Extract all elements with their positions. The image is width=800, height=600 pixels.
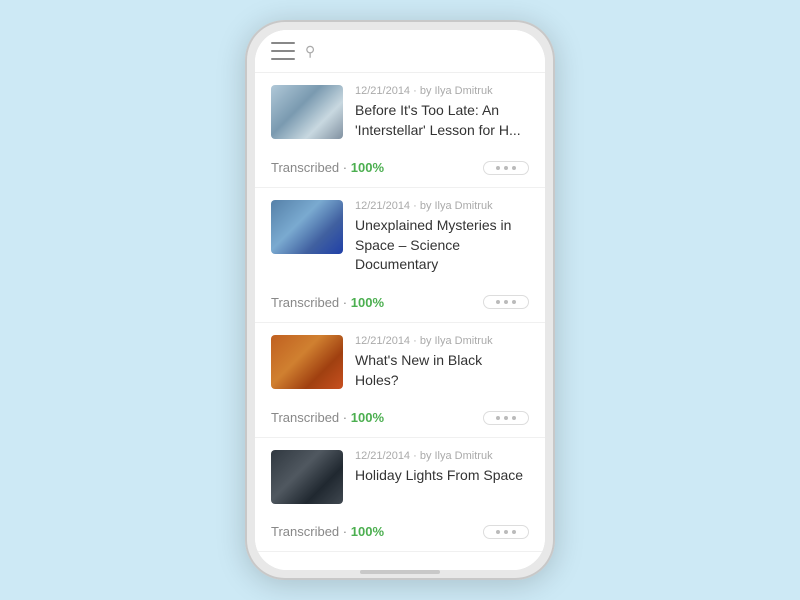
separator: · <box>343 410 347 425</box>
card-title[interactable]: Before It's Too Late: An 'Interstellar' … <box>355 101 529 140</box>
transcribed-pct: 100% <box>351 410 384 425</box>
transcribed-status: Transcribed · 100% <box>271 295 384 310</box>
transcribed-status: Transcribed · 100% <box>271 524 384 539</box>
search-area: ⚲ <box>305 43 529 60</box>
list-item: 12/21/2014 · by Ilya Dmitruk Before It's… <box>255 73 545 188</box>
more-options-button[interactable] <box>483 295 529 309</box>
transcribed-pct: 100% <box>351 524 384 539</box>
separator: · <box>343 524 347 539</box>
menu-button[interactable] <box>271 42 295 60</box>
dot <box>496 300 500 304</box>
card-bottom: Transcribed · 100% <box>271 150 529 187</box>
dot <box>512 166 516 170</box>
thumbnail <box>271 200 343 254</box>
card-meta: 12/21/2014 · by Ilya Dmitruk Before It's… <box>355 85 529 140</box>
list-item: 12/21/2014 · by Ilya Dmitruk Unexplained… <box>255 188 545 323</box>
dot <box>504 300 508 304</box>
content-list: 12/21/2014 · by Ilya Dmitruk Before It's… <box>255 73 545 570</box>
transcribed-status: Transcribed · 100% <box>271 410 384 425</box>
card-bottom: Transcribed · 100% <box>271 400 529 437</box>
card-date-author: 12/21/2014 · by Ilya Dmitruk <box>355 85 529 97</box>
card-meta: 12/21/2014 · by Ilya Dmitruk What's New … <box>355 335 529 390</box>
transcribed-pct: 100% <box>351 295 384 310</box>
card-date-author: 12/21/2014 · by Ilya Dmitruk <box>355 450 529 462</box>
dot <box>512 300 516 304</box>
thumbnail <box>271 85 343 139</box>
card-bottom: Transcribed · 100% <box>271 514 529 551</box>
separator: · <box>343 160 347 175</box>
card-top: 12/21/2014 · by Ilya Dmitruk Before It's… <box>271 85 529 140</box>
card-meta: 12/21/2014 · by Ilya Dmitruk Holiday Lig… <box>355 450 529 486</box>
list-item: 12/21/2014 · by Ilya Dmitruk Holiday Lig… <box>255 438 545 552</box>
phone-frame: ⚲ 12/21/2014 · by Ilya Dmitruk Before It… <box>245 20 555 580</box>
transcribed-pct: 100% <box>351 160 384 175</box>
card-bottom: Transcribed · 100% <box>271 285 529 322</box>
dot <box>512 530 516 534</box>
card-top: 12/21/2014 · by Ilya Dmitruk What's New … <box>271 335 529 390</box>
home-indicator <box>360 570 440 574</box>
card-title[interactable]: What's New in Black Holes? <box>355 351 529 390</box>
thumbnail <box>271 450 343 504</box>
list-item: 12/21/2014 · by Ilya Dmitruk What's New … <box>255 323 545 438</box>
more-options-button[interactable] <box>483 411 529 425</box>
search-icon: ⚲ <box>305 43 315 60</box>
dot <box>496 416 500 420</box>
card-meta: 12/21/2014 · by Ilya Dmitruk Unexplained… <box>355 200 529 275</box>
transcribed-status: Transcribed · 100% <box>271 160 384 175</box>
dot <box>496 530 500 534</box>
separator: · <box>343 295 347 310</box>
card-date-author: 12/21/2014 · by Ilya Dmitruk <box>355 335 529 347</box>
card-title[interactable]: Unexplained Mysteries in Space – Science… <box>355 216 529 275</box>
card-title[interactable]: Holiday Lights From Space <box>355 466 529 486</box>
dot <box>504 416 508 420</box>
dot <box>512 416 516 420</box>
thumbnail <box>271 335 343 389</box>
card-top: 12/21/2014 · by Ilya Dmitruk Holiday Lig… <box>271 450 529 504</box>
card-top: 12/21/2014 · by Ilya Dmitruk Unexplained… <box>271 200 529 275</box>
app-header: ⚲ <box>255 30 545 73</box>
dot <box>496 166 500 170</box>
phone-screen: ⚲ 12/21/2014 · by Ilya Dmitruk Before It… <box>255 30 545 570</box>
more-options-button[interactable] <box>483 161 529 175</box>
more-options-button[interactable] <box>483 525 529 539</box>
card-date-author: 12/21/2014 · by Ilya Dmitruk <box>355 200 529 212</box>
dot <box>504 166 508 170</box>
dot <box>504 530 508 534</box>
